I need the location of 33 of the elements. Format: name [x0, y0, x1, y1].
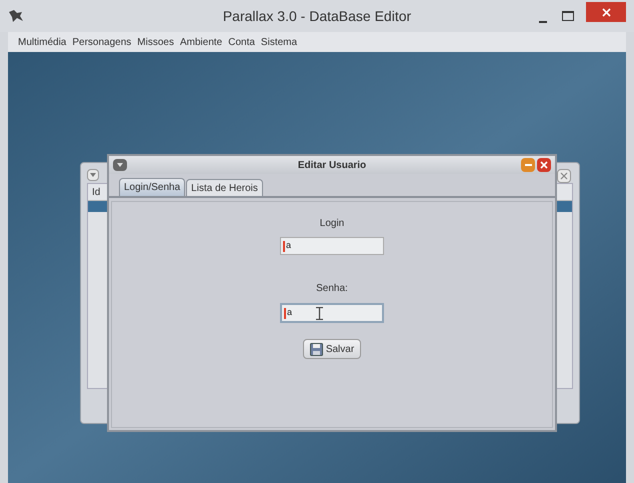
menu-item[interactable]: Conta: [228, 34, 255, 50]
close-icon: [602, 8, 610, 16]
field-label: Login: [320, 217, 344, 231]
dialog-title: Editar Usuario: [298, 158, 366, 172]
column-header: Id: [92, 186, 100, 200]
close-icon: [560, 172, 568, 180]
login-field[interactable]: a: [280, 237, 384, 255]
caret-icon: [117, 163, 123, 167]
close-icon: [540, 161, 548, 169]
menu-item[interactable]: Ambiente: [180, 34, 222, 50]
menu-item[interactable]: Personagens: [72, 34, 132, 50]
app-logo-icon: [8, 9, 24, 23]
save-button[interactable]: Salvar: [302, 339, 362, 359]
window-menu-button[interactable]: [113, 159, 127, 171]
text-cursor-icon: [316, 307, 323, 320]
close-button[interactable]: [537, 158, 551, 172]
menu-item[interactable]: Missoes: [137, 34, 174, 50]
field-value: a: [287, 306, 292, 320]
text-caret: [283, 240, 285, 252]
menu-item[interactable]: Sistema: [260, 34, 298, 50]
field-value: a: [286, 239, 292, 252]
close-button[interactable]: [586, 2, 626, 22]
tab[interactable]: Login/Senha: [119, 178, 186, 196]
window-title: Parallax 3.0 - DataBase Editor: [222, 6, 412, 26]
field-label: Senha:: [316, 282, 348, 296]
menu-item[interactable]: Multimédia: [18, 34, 66, 50]
dropdown-button[interactable]: [87, 169, 99, 181]
text-caret: [284, 308, 286, 318]
caret-icon: [90, 173, 96, 177]
password-field[interactable]: a: [280, 303, 384, 323]
tab[interactable]: Lista de Herois: [186, 179, 263, 196]
maximize-button[interactable]: [562, 11, 574, 21]
close-button[interactable]: [557, 169, 571, 183]
